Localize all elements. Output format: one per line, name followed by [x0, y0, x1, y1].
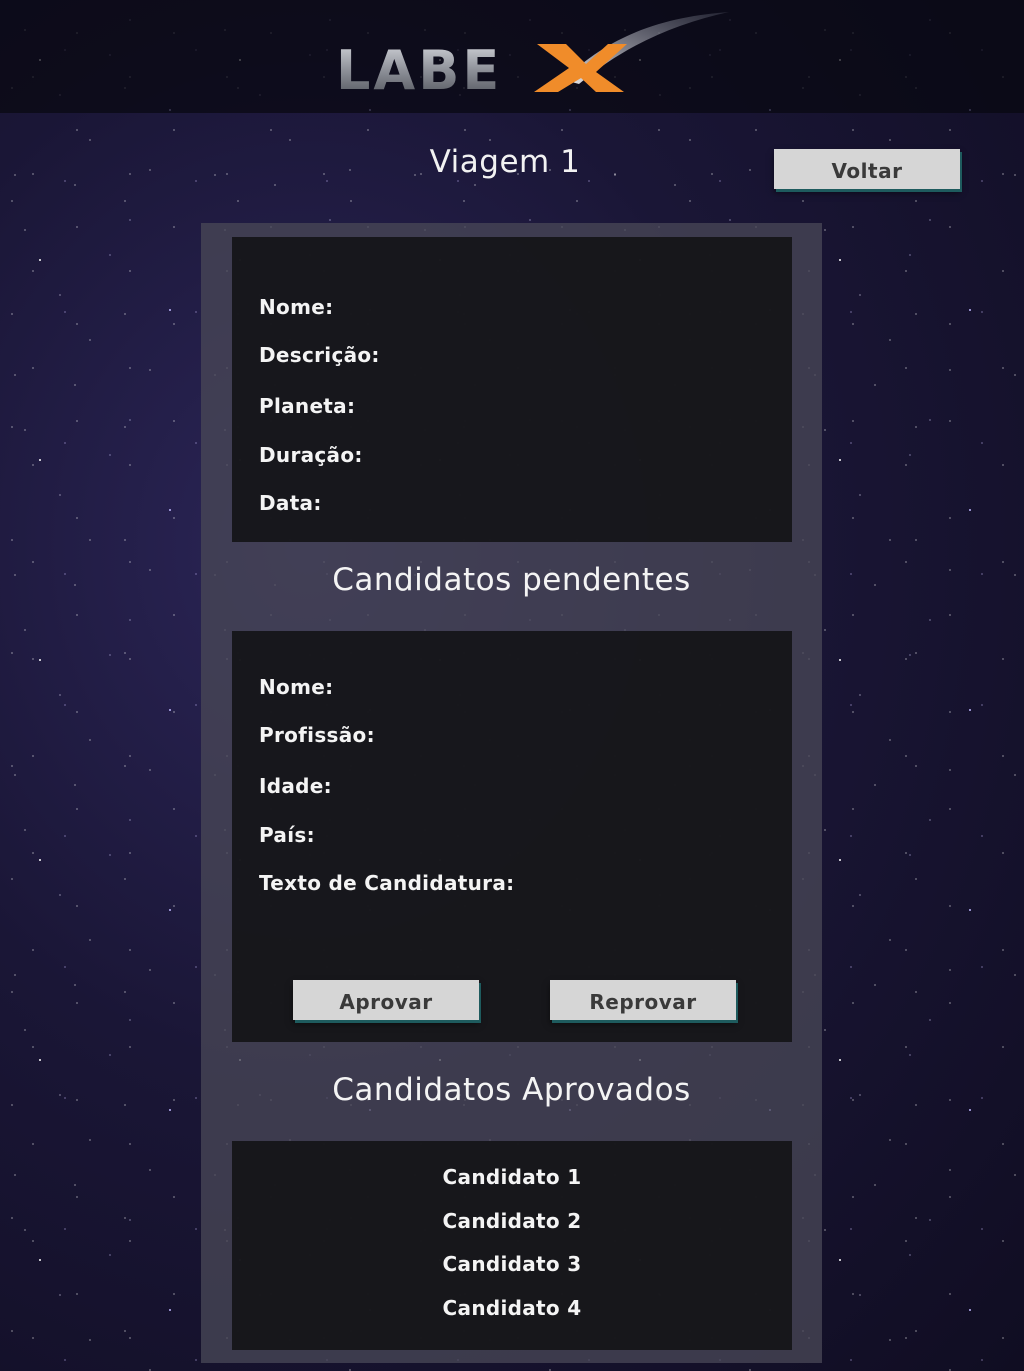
pending-candidate-card: Nome: Profissão: Idade: País: Texto de C…	[232, 631, 792, 1042]
reject-button[interactable]: Reprovar	[550, 980, 736, 1020]
trip-name-label: Nome:	[259, 295, 334, 319]
trip-duration-label: Duração:	[259, 443, 363, 467]
approved-candidate-item: Candidato 2	[442, 1208, 582, 1233]
trip-details-container: Nome: Descrição: Planeta: Duração: Data:…	[201, 223, 822, 1363]
approve-button[interactable]: Aprovar	[293, 980, 479, 1020]
logo-x-mark	[534, 44, 627, 92]
candidate-country-label: País:	[259, 823, 315, 847]
approved-candidates-card: Candidato 1 Candidato 2 Candidato 3 Cand…	[232, 1141, 792, 1350]
page-title: Viagem 1	[429, 144, 581, 180]
back-button[interactable]: Voltar	[774, 149, 960, 189]
labex-logo-graphic: LABE	[336, 12, 729, 102]
trip-info-card: Nome: Descrição: Planeta: Duração: Data:	[232, 237, 792, 542]
labex-logo[interactable]: LABE	[334, 10, 734, 102]
trip-description-label: Descrição:	[259, 343, 380, 367]
candidate-application-text-label: Texto de Candidatura:	[259, 871, 515, 895]
candidate-name-label: Nome:	[259, 675, 334, 699]
approved-candidate-item: Candidato 3	[442, 1252, 582, 1276]
pending-candidates-title: Candidatos pendentes	[332, 562, 691, 598]
trip-planet-label: Planeta:	[259, 394, 356, 418]
approved-candidate-item: Candidato 1	[442, 1165, 582, 1189]
logo-letters: LABE	[336, 39, 502, 98]
candidate-age-label: Idade:	[259, 774, 332, 798]
approved-candidate-item: Candidato 4	[442, 1295, 582, 1320]
header: LABE	[0, 0, 1024, 113]
approved-candidates-list: Candidato 1 Candidato 2 Candidato 3 Cand…	[232, 1165, 792, 1339]
approved-candidates-title: Candidatos Aprovados	[332, 1072, 691, 1108]
candidate-profession-label: Profissão:	[259, 723, 375, 747]
trip-date-label: Data:	[259, 491, 322, 515]
